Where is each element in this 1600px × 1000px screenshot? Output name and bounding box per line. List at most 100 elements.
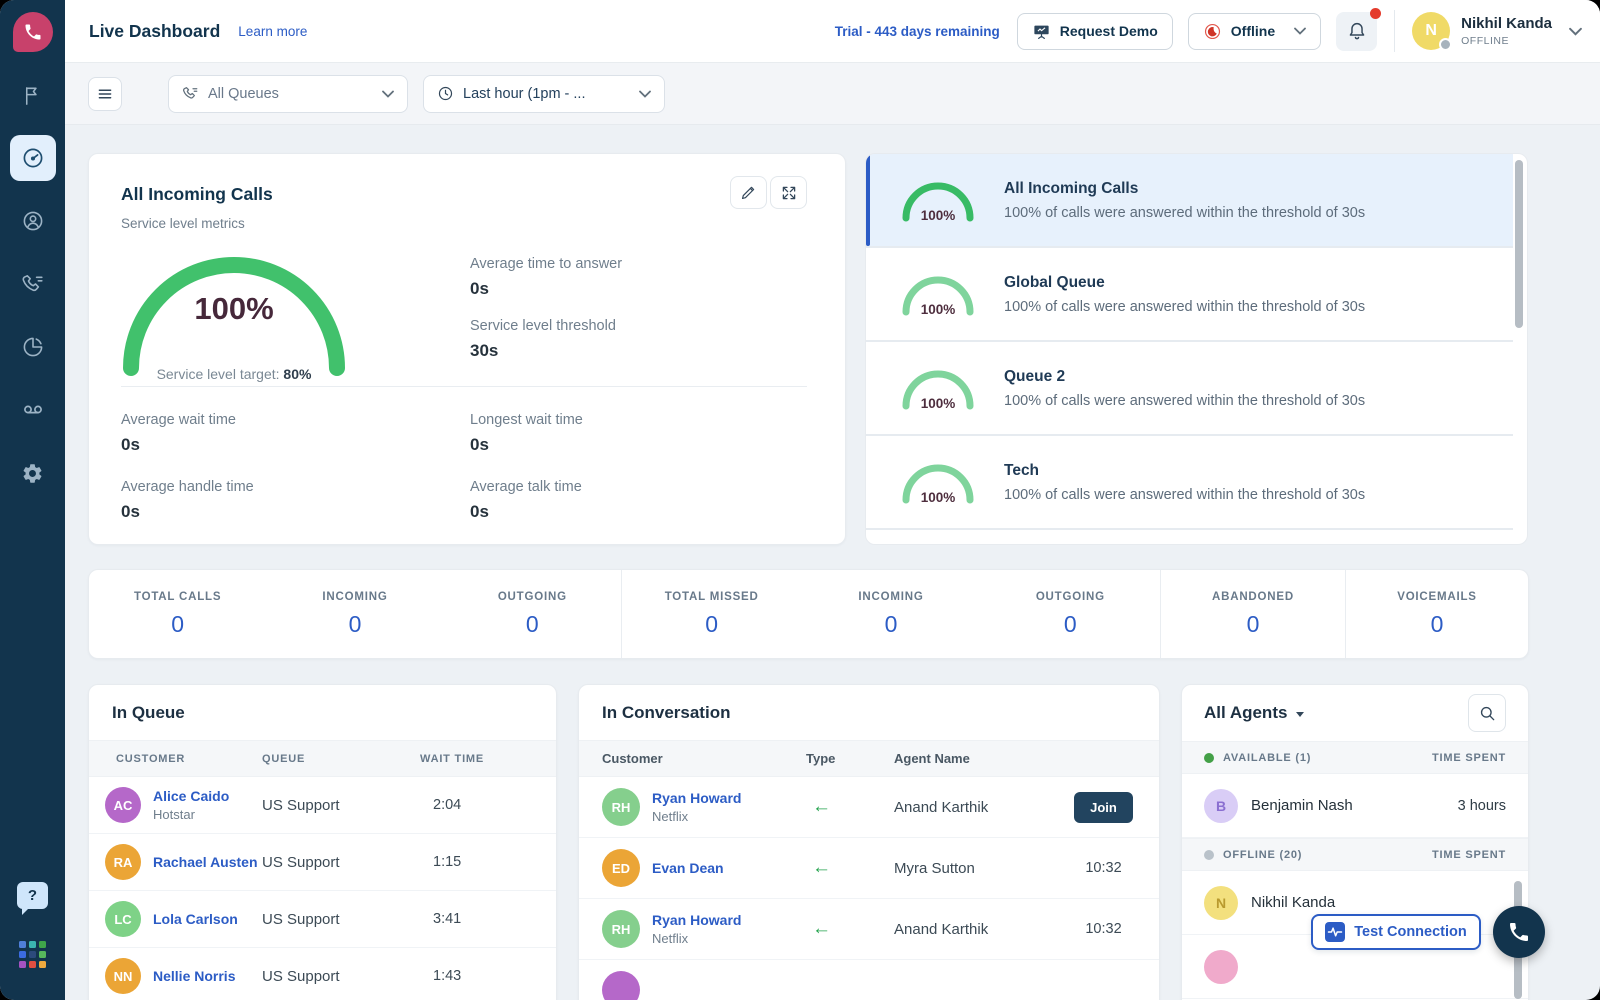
column-header-queue: QUEUE — [262, 753, 420, 765]
column-header-customer: CUSTOMER — [105, 753, 262, 765]
sidebar-nav — [10, 72, 56, 496]
learn-more-link[interactable]: Learn more — [238, 24, 307, 39]
in-conversation-title: In Conversation — [602, 703, 730, 723]
agents-section-available: AVAILABLE (1) TIME SPENT — [1182, 741, 1528, 774]
table-row[interactable]: RA Rachael Austen US Support 1:15 — [89, 834, 556, 891]
sidebar-item-contacts[interactable] — [10, 198, 56, 244]
chevron-down-icon — [1294, 27, 1306, 35]
queue-name: Queue 2 — [1004, 368, 1365, 386]
table-row[interactable]: RH Ryan Howard Netflix ← Anand Karthik J… — [579, 777, 1159, 838]
metric-label: Average handle time — [121, 479, 470, 495]
presence-dropdown[interactable]: Offline — [1188, 13, 1321, 50]
sidebar-item-settings[interactable] — [10, 450, 56, 496]
customer-name-link[interactable]: Alice Caido — [153, 788, 229, 804]
column-header-wait-time: WAIT TIME — [420, 753, 556, 765]
queue-name: Global Queue — [1004, 274, 1365, 292]
agents-title: All Agents — [1204, 703, 1287, 723]
metric-value: 0s — [470, 435, 583, 455]
notifications-button[interactable] — [1336, 12, 1377, 51]
stat-label: TOTAL MISSED — [665, 591, 759, 603]
queue-gauge: 100% — [899, 459, 977, 505]
stat-abandoned: ABANDONED 0 — [1161, 570, 1345, 658]
queue-item-queue-2[interactable]: 100% Queue 2 100% of calls were answered… — [866, 342, 1513, 434]
stat-label: INCOMING — [858, 591, 923, 603]
metric-value: 0s — [121, 502, 470, 522]
stat-value: 0 — [1431, 611, 1444, 638]
customer-name-link[interactable]: Rachael Austen — [153, 854, 258, 870]
customer-name-link[interactable]: Ryan Howard — [652, 912, 741, 928]
phone-icon — [23, 22, 43, 42]
stat-total-missed: TOTAL MISSED 0 — [622, 570, 801, 658]
expand-button[interactable] — [770, 176, 807, 209]
customer-name-link[interactable]: Ryan Howard — [652, 790, 741, 806]
table-row[interactable]: RH Ryan Howard Netflix ← Anand Karthik 1… — [579, 899, 1159, 960]
time-range-select[interactable]: Last hour (1pm - ... — [423, 75, 665, 113]
service-bottom-metrics: Average wait time 0s Longest wait time 0… — [121, 412, 583, 522]
call-duration: 10:32 — [1085, 860, 1121, 876]
content: All Incoming Calls Service level metrics… — [65, 125, 1600, 1000]
topbar-right: Trial - 443 days remaining Request Demo … — [835, 10, 1582, 52]
user-menu[interactable]: N Nikhil Kanda OFFLINE — [1412, 12, 1582, 50]
sidebar-item-dashboard[interactable] — [10, 135, 56, 181]
queue-item-all-incoming-calls[interactable]: 100% All Incoming Calls 100% of calls we… — [866, 154, 1513, 246]
queue-item-tech[interactable]: 100% Tech 100% of calls were answered wi… — [866, 436, 1513, 528]
join-button[interactable]: Join — [1074, 792, 1133, 823]
customer-name-link[interactable]: Nellie Norris — [153, 968, 235, 984]
queue-gauge: 100% — [899, 365, 977, 411]
caret-down-icon — [1296, 712, 1304, 717]
contacts-icon — [21, 209, 45, 233]
in-queue-title: In Queue — [112, 703, 185, 723]
avatar-initials: NN — [114, 969, 133, 984]
customer-company: Hotstar — [153, 807, 229, 822]
table-row[interactable]: AC Alice Caido Hotstar US Support 2:04 — [89, 777, 556, 834]
stat-label: TOTAL CALLS — [134, 591, 221, 603]
scrollbar-thumb[interactable] — [1515, 160, 1523, 328]
test-connection-button[interactable]: Test Connection — [1311, 914, 1481, 950]
queue-item-global-queue[interactable]: 100% Global Queue 100% of calls were ans… — [866, 248, 1513, 340]
customer-name-link[interactable]: Lola Carlson — [153, 911, 238, 927]
table-row[interactable]: ED Evan Dean ← Myra Sutton 10:32 — [579, 838, 1159, 899]
agent-search-button[interactable] — [1468, 694, 1506, 732]
trial-badge: Trial - 443 days remaining — [835, 24, 1000, 39]
stat-value: 0 — [705, 611, 718, 638]
filter-bar: All Queues Last hour (1pm - ... — [65, 63, 1600, 125]
app-switcher-icon[interactable] — [19, 941, 46, 968]
sidebar-item-voicemail[interactable] — [10, 387, 56, 433]
column-header-type: Type — [806, 751, 894, 766]
queue-gauge-value: 100% — [899, 490, 977, 505]
table-row[interactable]: NN Nellie Norris US Support 1:43 — [89, 948, 556, 1000]
agent-time-spent: 3 hours — [1458, 798, 1506, 814]
section-label: AVAILABLE (1) — [1223, 752, 1311, 764]
avatar: N — [1412, 12, 1450, 50]
sidebar-item-reports[interactable] — [10, 324, 56, 370]
queue-filter-select[interactable]: All Queues — [168, 75, 408, 113]
dashboard-list-button[interactable] — [88, 77, 122, 111]
queue-name: All Incoming Calls — [1004, 180, 1365, 198]
table-row[interactable]: LC Lola Carlson US Support 3:41 — [89, 891, 556, 948]
agents-filter-dropdown[interactable]: All Agents — [1204, 703, 1304, 723]
sidebar-bottom: ? — [17, 882, 48, 968]
avatar: RA — [105, 844, 141, 880]
metric-value: 0s — [470, 279, 622, 299]
edit-button[interactable] — [730, 176, 767, 209]
customer-company: Netflix — [652, 809, 741, 824]
request-demo-button[interactable]: Request Demo — [1017, 13, 1173, 50]
time-spent-header: TIME SPENT — [1432, 752, 1506, 764]
sidebar-item-onboarding[interactable] — [10, 72, 56, 118]
wait-time-cell: 2:04 — [420, 797, 556, 813]
agent-row[interactable]: B Benjamin Nash 3 hours — [1182, 774, 1528, 838]
customer-name-link[interactable]: Evan Dean — [652, 860, 724, 876]
phone-dialer-fab[interactable] — [1493, 906, 1545, 958]
queue-gauge: 100% — [899, 177, 977, 223]
voicemail-icon — [21, 398, 45, 422]
help-button[interactable]: ? — [17, 882, 48, 909]
stat-label: OUTGOING — [498, 591, 567, 603]
avatar-initials: LC — [114, 912, 131, 927]
sidebar-item-call-metrics[interactable] — [10, 261, 56, 307]
freshcaller-logo[interactable] — [13, 12, 53, 52]
service-level-gauge: 100% Service level target: 80% — [119, 254, 349, 388]
page-title: Live Dashboard — [89, 21, 220, 42]
stat-incoming: INCOMING 0 — [266, 570, 443, 658]
in-queue-header: CUSTOMER QUEUE WAIT TIME — [89, 740, 556, 777]
avatar-initial: N — [1216, 895, 1226, 911]
